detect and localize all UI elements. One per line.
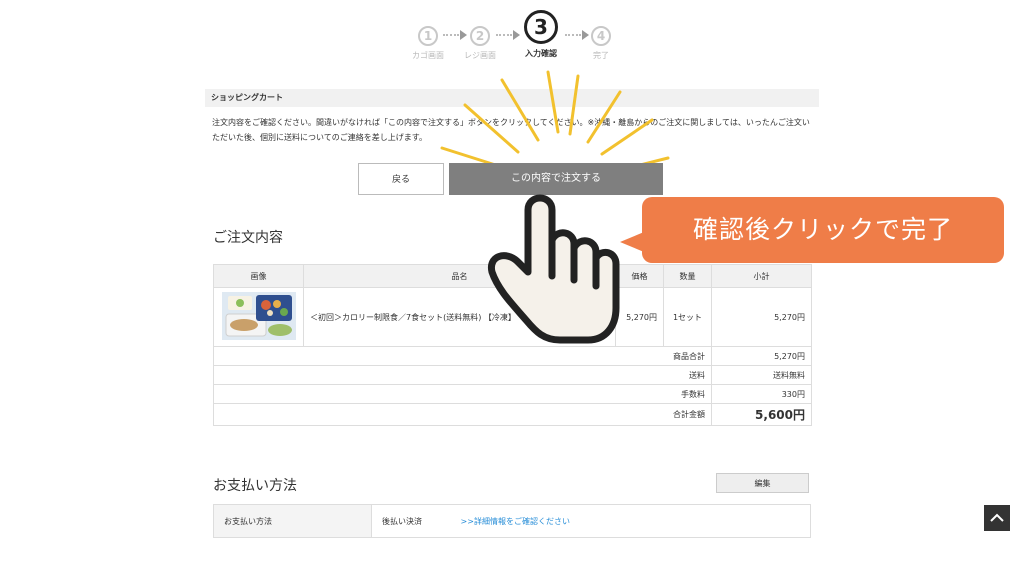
- step-arrow-icon: [496, 30, 520, 40]
- summary-label: 送料: [213, 365, 712, 385]
- summary-row-total: 合計金額 5,600円: [213, 403, 812, 426]
- col-qty: 数量: [663, 264, 712, 288]
- pointing-hand-icon: [487, 194, 620, 344]
- step-3-number: 3: [524, 10, 558, 44]
- product-qty: 1セット: [663, 287, 712, 347]
- summary-label: 手数料: [213, 384, 712, 404]
- back-to-top-button[interactable]: [984, 505, 1010, 531]
- col-image: 画像: [213, 264, 304, 288]
- step-2-number: 2: [470, 26, 490, 46]
- step-1-label: カゴ画面: [412, 51, 444, 60]
- total-amount: 5,600円: [711, 403, 812, 426]
- summary-value: 330円: [711, 384, 812, 404]
- step-1: 1 カゴ画面: [408, 26, 448, 61]
- payment-heading: お支払い方法: [213, 478, 297, 494]
- product-image-cell: [213, 287, 304, 347]
- step-4-label: 完了: [593, 51, 609, 60]
- step-2: 2 レジ画面: [460, 26, 500, 61]
- summary-row-shipping: 送料 送料無料: [213, 365, 812, 385]
- order-heading: ご注文内容: [213, 230, 283, 246]
- product-thumbnail: [221, 292, 296, 340]
- payment-value-cell: 後払い決済 >>詳細情報をご確認ください: [371, 504, 811, 538]
- col-subtotal: 小計: [711, 264, 812, 288]
- product-subtotal: 5,270円: [711, 287, 812, 347]
- summary-row-fee: 手数料 330円: [213, 384, 812, 404]
- table-row: お支払い方法 後払い決済 >>詳細情報をご確認ください: [213, 504, 811, 538]
- edit-payment-button[interactable]: 編集: [716, 473, 809, 493]
- summary-label: 合計金額: [213, 403, 712, 426]
- payment-method: 後払い決済: [382, 516, 422, 526]
- step-2-label: レジ画面: [464, 51, 496, 60]
- step-4: 4 完了: [581, 26, 621, 61]
- step-3-current: 3 入力確認: [521, 10, 561, 59]
- back-button[interactable]: 戻る: [358, 163, 444, 195]
- instruction-callout: 確認後クリックで完了: [642, 197, 1004, 263]
- payment-key: お支払い方法: [213, 504, 372, 538]
- step-1-number: 1: [418, 26, 438, 46]
- chevron-up-icon: [990, 513, 1004, 522]
- summary-value: 送料無料: [711, 365, 812, 385]
- payment-table: お支払い方法 後払い決済 >>詳細情報をご確認ください: [213, 504, 811, 538]
- summary-value: 5,270円: [711, 346, 812, 366]
- summary-label: 商品合計: [213, 346, 712, 366]
- payment-detail-link[interactable]: >>詳細情報をご確認ください: [461, 517, 570, 526]
- step-4-number: 4: [591, 26, 611, 46]
- step-3-label: 入力確認: [525, 49, 557, 58]
